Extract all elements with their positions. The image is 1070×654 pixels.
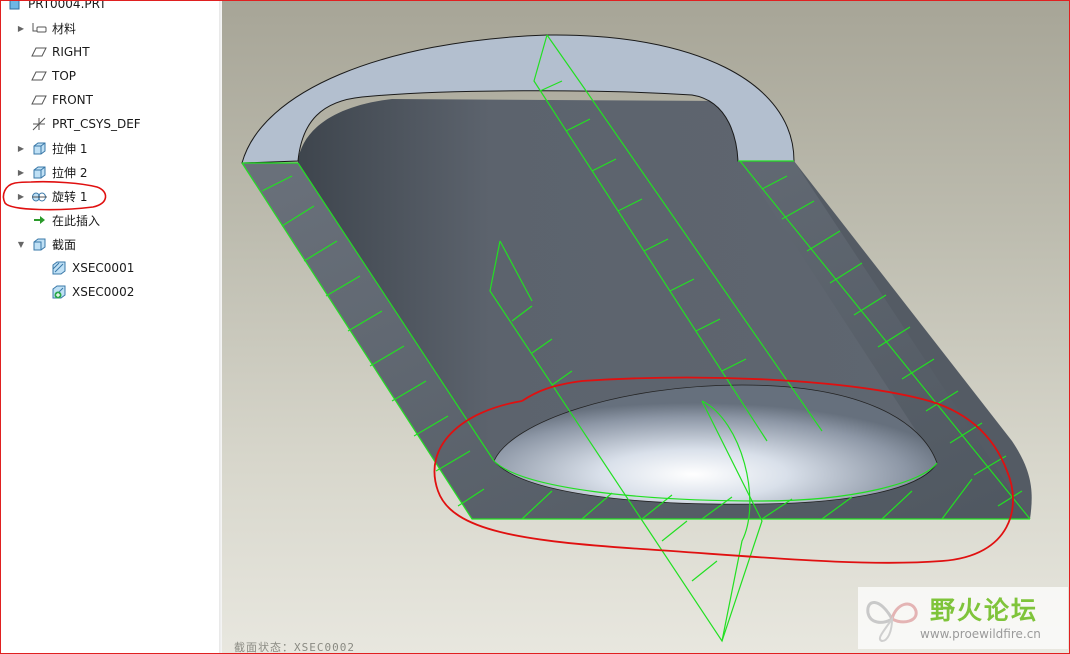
expand-arrow-icon[interactable]: ▶ xyxy=(15,144,27,153)
watermark-title: 野火论坛 xyxy=(930,596,1039,625)
tree-item-front[interactable]: FRONT xyxy=(15,89,93,111)
tree-item-label: 拉伸 2 xyxy=(52,165,88,180)
annotation-circle-revolve xyxy=(2,180,107,211)
tree-item-csys[interactable]: PRT_CSYS_DEF xyxy=(15,113,141,135)
tree-item-top[interactable]: TOP xyxy=(15,65,76,87)
part-icon xyxy=(7,1,23,12)
tree-item-label: 材料 xyxy=(52,21,77,36)
datum-plane-icon xyxy=(31,44,47,60)
tree-item-xsec0001[interactable]: XSEC0001 xyxy=(35,257,134,279)
graphics-viewport[interactable]: 截面状态：XSEC0002 野火论坛 www.proewildfire.cn xyxy=(222,1,1069,653)
tree-item-xsec0002[interactable]: XSEC0002 xyxy=(35,281,134,303)
expand-arrow-icon[interactable]: ▶ xyxy=(15,24,27,33)
sections-icon xyxy=(31,236,47,252)
tree-item-right[interactable]: RIGHT xyxy=(15,41,90,63)
watermark: 野火论坛 www.proewildfire.cn xyxy=(858,587,1068,649)
tree-item-label: 拉伸 1 xyxy=(52,141,88,156)
tree-item-sections[interactable]: ▼ 截面 xyxy=(15,233,76,255)
expand-arrow-icon[interactable]: ▶ xyxy=(15,168,27,177)
section-status-text: 截面状态：XSEC0002 xyxy=(234,641,355,653)
tree-item-label: PRT_CSYS_DEF xyxy=(52,117,141,131)
tree-item-material[interactable]: ▶ 材料 xyxy=(15,17,76,39)
datum-plane-icon xyxy=(31,68,47,84)
extrude-icon xyxy=(31,164,47,180)
tree-root[interactable]: PRT0004.PRT xyxy=(3,0,107,15)
tree-item-label: TOP xyxy=(52,69,77,83)
collapse-arrow-icon[interactable]: ▼ xyxy=(15,240,27,249)
extrude-icon xyxy=(31,140,47,156)
tree-item-extrude-1[interactable]: ▶ 拉伸 1 xyxy=(15,137,88,159)
insert-here-arrow-icon xyxy=(31,212,47,228)
butterfly-logo-icon xyxy=(866,601,918,643)
tree-item-label: RIGHT xyxy=(52,45,90,59)
cross-section-active-icon xyxy=(51,284,67,300)
watermark-url: www.proewildfire.cn xyxy=(920,627,1041,641)
model-tree: PRT0004.PRT ▶ 材料 RIGHT TOP FRONT PRT_CSY… xyxy=(1,1,220,653)
tree-item-label: XSEC0002 xyxy=(72,285,135,299)
datum-plane-icon xyxy=(31,92,47,108)
application-window: PRT0004.PRT ▶ 材料 RIGHT TOP FRONT PRT_CSY… xyxy=(0,0,1070,654)
tree-item-label: FRONT xyxy=(52,93,93,107)
part-model xyxy=(241,34,1032,643)
coordinate-system-icon xyxy=(31,116,47,132)
tree-item-label: 在此插入 xyxy=(52,213,101,228)
material-icon xyxy=(31,20,47,36)
cross-section-icon xyxy=(51,260,67,276)
tree-root-label: PRT0004.PRT xyxy=(28,0,107,11)
tree-item-label: XSEC0001 xyxy=(72,261,135,275)
tree-item-label: 截面 xyxy=(52,237,77,252)
